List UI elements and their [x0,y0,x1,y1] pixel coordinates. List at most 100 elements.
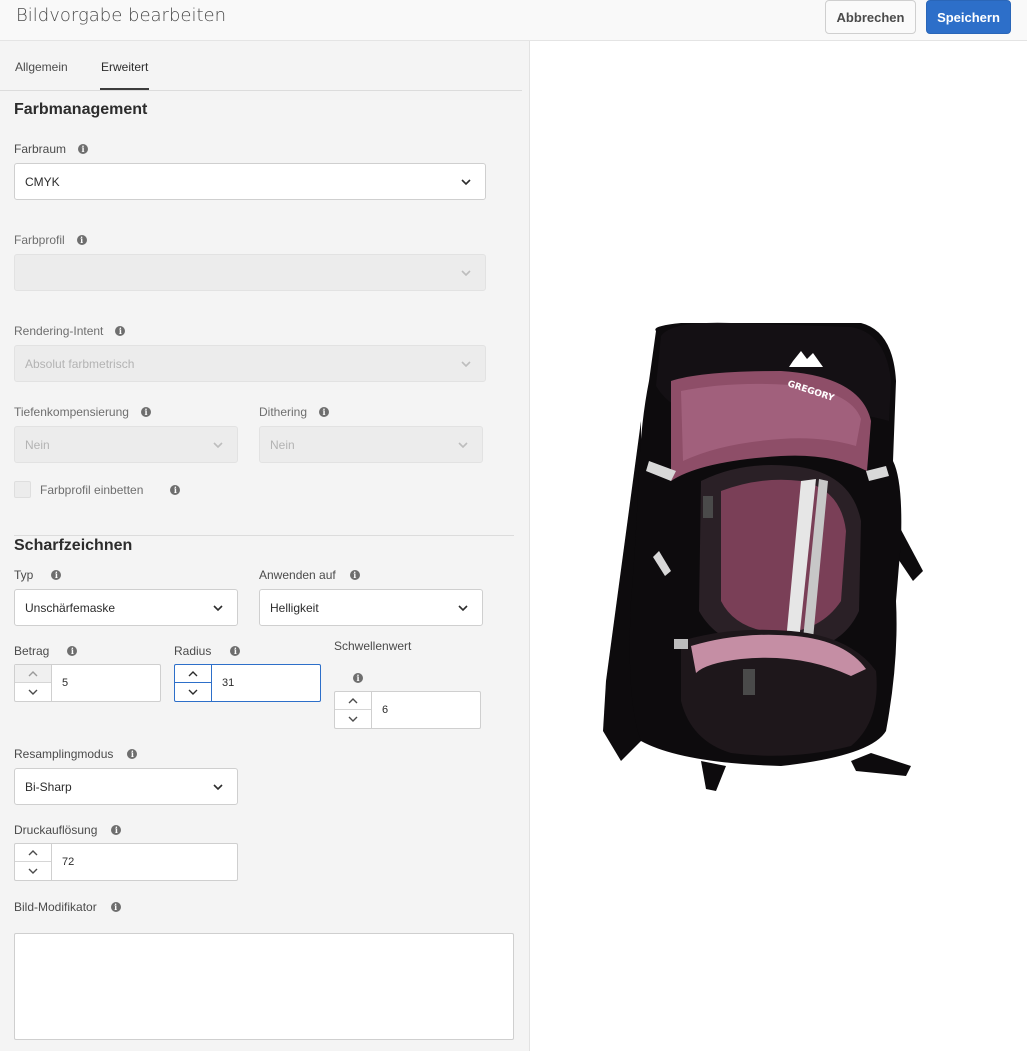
chevron-down-icon [458,605,468,612]
chevron-up-icon [28,849,38,855]
embed-profile-label-text: Farbprofil einbetten [40,483,144,497]
increment-button[interactable] [15,844,51,862]
info-icon[interactable]: i [230,646,241,656]
chevron-down-icon [28,689,38,695]
dithering-value: Nein [270,437,295,452]
type-label-text: Typ [14,568,34,582]
info-icon[interactable]: i [319,407,330,417]
apply-to-label: Anwenden auf i [259,568,360,582]
amount-value[interactable]: 5 [62,677,68,689]
settings-panel: Allgemein Erweitert Farbmanagement Farbr… [0,41,530,1051]
embed-profile-checkbox[interactable] [14,481,31,498]
sharpen-type-select[interactable]: Unschärfemaske [14,589,238,626]
apply-to-value: Helligkeit [270,600,319,615]
tab-general[interactable]: Allgemein [15,60,68,74]
print-resolution-label: Druckauflösung i [14,823,122,837]
chevron-down-icon [28,868,38,874]
chevron-down-icon [213,442,223,449]
chevron-down-icon [213,605,223,612]
amount-stepper[interactable]: 5 [14,664,161,702]
type-label: Typ i [14,568,62,582]
increment-button[interactable] [175,665,211,683]
image-modifier-textarea[interactable] [14,933,514,1040]
info-icon[interactable]: i [51,570,62,580]
image-modifier-label-text: Bild-Modifikator [14,900,97,914]
dialog-title: Bildvorgabe bearbeiten [16,5,226,26]
dialog-header: Bildvorgabe bearbeiten Abbrechen Speiche… [0,0,1027,41]
colorspace-label: Farbraum i [14,142,89,156]
radius-label-text: Radius [174,644,212,658]
threshold-label: Schwellenwert [334,639,411,653]
depth-compensation-select[interactable]: Nein [14,426,238,463]
radius-label: Radius i [174,644,241,658]
embed-profile-label: Farbprofil einbetten i [40,483,181,497]
save-button[interactable]: Speichern [926,0,1011,34]
print-resolution-value[interactable]: 72 [62,856,74,868]
rendering-intent-value: Absolut farbmetrisch [25,356,135,371]
chevron-up-icon [348,697,358,703]
print-resolution-stepper-buttons [15,844,52,880]
info-icon[interactable]: i [140,407,151,417]
increment-button[interactable] [15,665,51,683]
chevron-down-icon [458,442,468,449]
chevron-up-icon [188,670,198,676]
radius-value[interactable]: 31 [222,677,234,689]
apply-to-select[interactable]: Helligkeit [259,589,483,626]
info-icon[interactable]: i [170,485,181,495]
resampling-select[interactable]: Bi-Sharp [14,768,238,805]
profile-label-text: Farbprofil [14,233,65,247]
colorspace-select[interactable]: CMYK [14,163,486,200]
rendering-intent-select[interactable]: Absolut farbmetrisch [14,345,486,382]
resampling-label: Resamplingmodus i [14,747,138,761]
resampling-label-text: Resamplingmodus [14,747,114,761]
depth-compensation-value: Nein [25,437,50,452]
decrement-button[interactable] [335,710,371,728]
radius-stepper[interactable]: 31 [174,664,321,702]
info-icon[interactable]: i [353,673,363,683]
dithering-label-text: Dithering [259,405,308,419]
dithering-select[interactable]: Nein [259,426,483,463]
threshold-stepper[interactable]: 6 [334,691,481,729]
threshold-value[interactable]: 6 [382,704,388,716]
depth-compensation-label-text: Tiefenkompensierung [14,405,129,419]
colorspace-label-text: Farbraum [14,142,67,156]
chevron-down-icon [348,716,358,722]
chevron-down-icon [213,784,223,791]
info-icon[interactable]: i [67,646,78,656]
dithering-label: Dithering i [259,405,330,419]
tab-bar: Allgemein Erweitert [0,41,522,91]
increment-button[interactable] [335,692,371,710]
profile-label: Farbprofil i [14,233,87,247]
amount-stepper-buttons [15,665,52,701]
decrement-button[interactable] [15,683,51,701]
decrement-button[interactable] [15,862,51,880]
info-icon[interactable]: i [78,144,89,154]
chevron-down-icon [461,270,471,277]
info-icon[interactable]: i [115,326,126,336]
info-icon[interactable]: i [349,570,360,580]
resampling-value: Bi-Sharp [25,779,72,794]
chevron-down-icon [461,361,471,368]
tab-advanced[interactable]: Erweitert [101,60,148,74]
rendering-intent-label: Rendering-Intent i [14,324,126,338]
chevron-up-icon [28,670,38,676]
apply-to-label-text: Anwenden auf [259,568,336,582]
rendering-intent-label-text: Rendering-Intent [14,324,104,338]
image-preview: GREGORY [531,41,1027,1051]
section-title-color-management: Farbmanagement [14,101,148,118]
print-resolution-stepper[interactable]: 72 [14,843,238,881]
chevron-down-icon [461,179,471,186]
colorspace-value: CMYK [25,174,60,189]
decrement-button[interactable] [175,683,211,701]
section-divider [14,535,514,536]
cancel-button[interactable]: Abbrechen [825,0,916,34]
info-icon[interactable]: i [111,825,122,835]
info-icon[interactable]: i [127,749,138,759]
depth-compensation-label: Tiefenkompensierung i [14,405,151,419]
image-modifier-label: Bild-Modifikator i [14,900,121,914]
info-icon[interactable]: i [110,902,121,912]
sharpen-type-value: Unschärfemaske [25,600,116,615]
section-title-sharpening: Scharfzeichnen [14,537,133,554]
profile-select[interactable] [14,254,486,291]
info-icon[interactable]: i [76,235,87,245]
